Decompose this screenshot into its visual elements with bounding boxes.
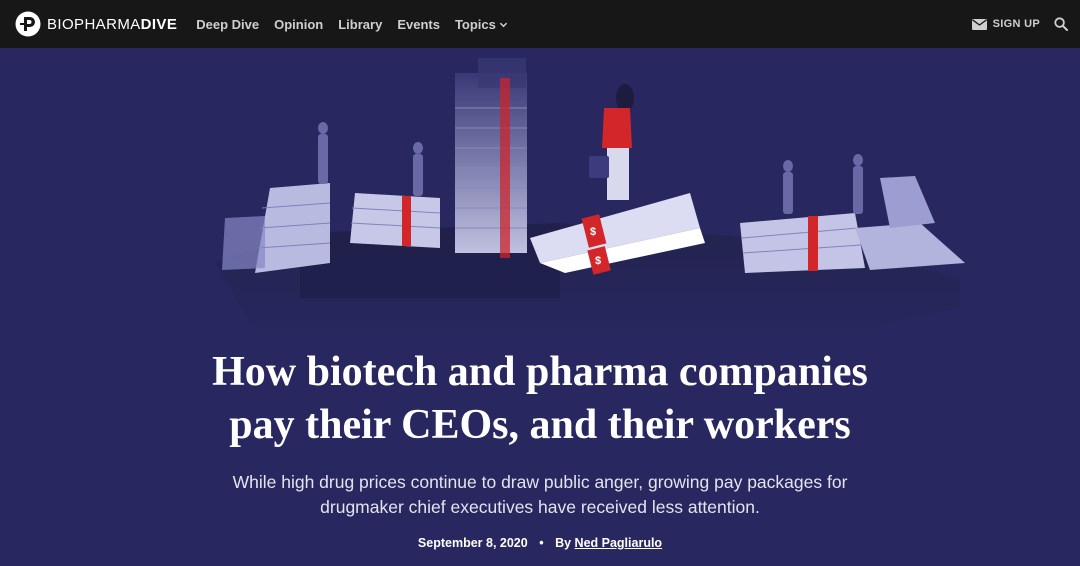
site-logo[interactable]: BIOPHARMADIVE xyxy=(15,0,177,48)
hero-illustration: $ $ xyxy=(215,58,965,338)
cash-stack-left-1 xyxy=(255,183,331,273)
svg-text:$: $ xyxy=(595,255,601,267)
logo-mark-icon xyxy=(15,11,41,37)
nav-item-events[interactable]: Events xyxy=(397,17,440,32)
article-headline: How biotech and pharma companies pay the… xyxy=(0,346,1080,452)
byline-prefix: By xyxy=(555,536,572,550)
search-icon[interactable] xyxy=(1054,17,1068,31)
brand-part2: DIVE xyxy=(140,15,178,33)
topbar-right-actions: SIGN UP xyxy=(971,0,1080,48)
nav-item-library[interactable]: Library xyxy=(338,17,382,32)
article-byline: September 8, 2020 • By Ned Pagliarulo xyxy=(0,536,1080,550)
sign-up-label: SIGN UP xyxy=(992,18,1040,30)
cash-tower-tall xyxy=(455,58,527,258)
woman-figure xyxy=(589,84,634,200)
svg-text:$: $ xyxy=(590,226,596,238)
headline-line-1: How biotech and pharma companies xyxy=(212,349,868,395)
mail-icon xyxy=(971,18,987,30)
dek-line-2: drugmaker chief executives have received… xyxy=(320,497,760,517)
site-logo-text: BIOPHARMADIVE xyxy=(47,16,177,33)
sign-up-button[interactable]: SIGN UP xyxy=(971,18,1040,30)
nav-item-topics-label: Topics xyxy=(454,16,496,32)
article-hero: $ $ How biotech and pharma companies pay… xyxy=(0,48,1080,566)
article-dek: While high drug prices continue to draw … xyxy=(0,470,1080,520)
cash-stack-right-2 xyxy=(855,176,965,270)
cash-stack-left-2 xyxy=(350,193,441,248)
top-navigation-bar: BIOPHARMADIVE Deep Dive Opinion Library … xyxy=(0,0,1080,48)
publish-date: September 8, 2020 xyxy=(417,536,528,550)
nav-item-deep-dive[interactable]: Deep Dive xyxy=(196,17,259,32)
nav-item-topics[interactable]: Topics xyxy=(455,17,508,32)
author-link[interactable]: Ned Pagliarulo xyxy=(575,536,663,550)
dek-line-1: While high drug prices continue to draw … xyxy=(232,472,848,492)
cash-stack-right-1 xyxy=(740,213,865,273)
chevron-down-icon xyxy=(499,22,508,27)
main-nav: Deep Dive Opinion Library Events Topics xyxy=(196,0,523,48)
brand-part1: BIOPHARMA xyxy=(47,15,141,33)
headline-line-2: pay their CEOs, and their workers xyxy=(229,402,851,448)
cash-stack-left-3 xyxy=(222,216,265,270)
byline-separator: • xyxy=(539,536,544,550)
nav-item-opinion[interactable]: Opinion xyxy=(274,17,323,32)
